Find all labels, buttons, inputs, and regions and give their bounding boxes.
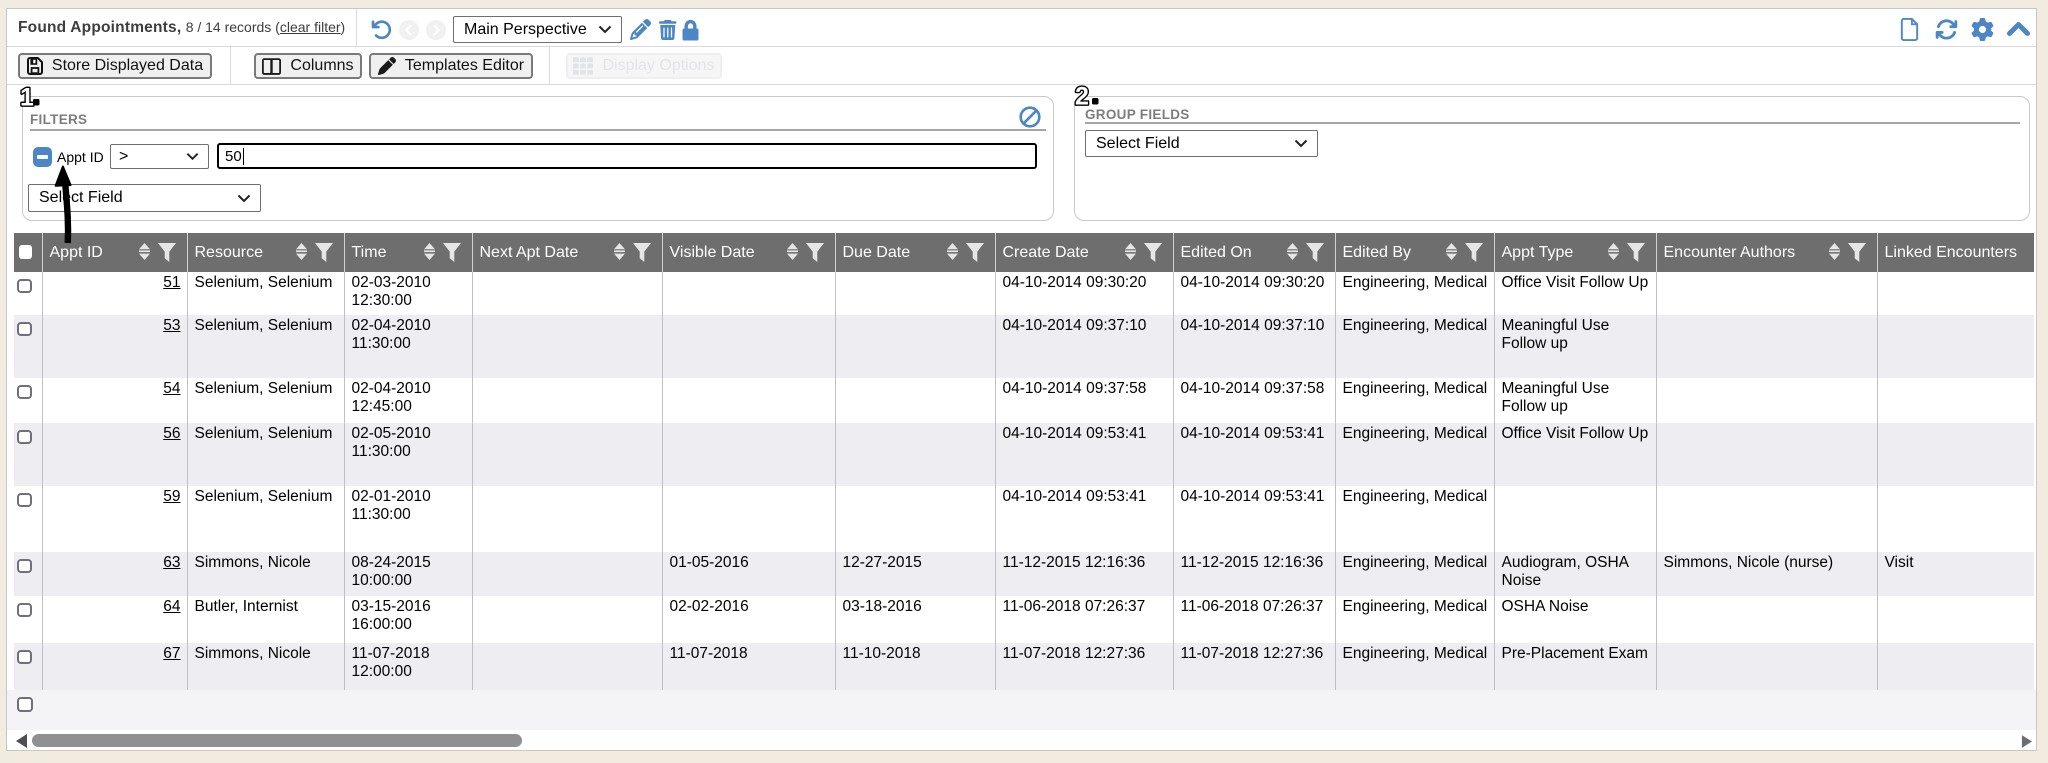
svg-text:2: 2 xyxy=(1075,83,1089,111)
svg-text:1: 1 xyxy=(20,84,34,112)
